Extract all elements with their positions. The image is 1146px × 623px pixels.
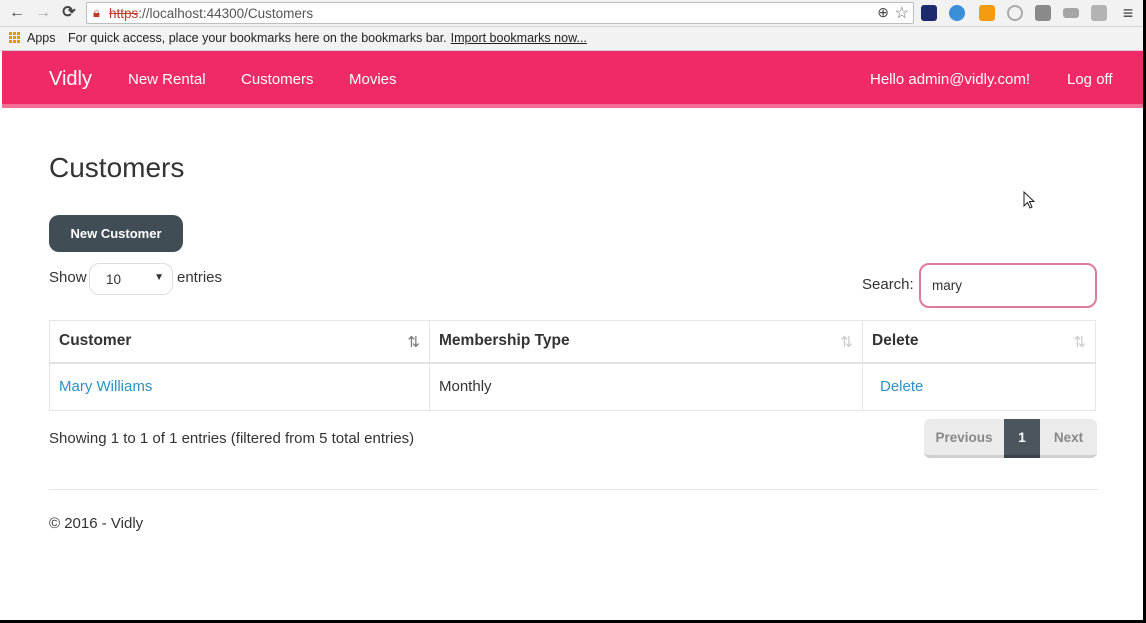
bookmark-star-icon[interactable]: ☆	[895, 3, 909, 23]
current-page-button[interactable]: 1	[1004, 419, 1040, 458]
search-label: Search:	[862, 276, 914, 293]
next-page-button[interactable]: Next	[1040, 419, 1097, 458]
delete-cell: Delete	[862, 362, 1096, 411]
search-input[interactable]	[919, 263, 1097, 308]
log-off-link[interactable]: Log off	[1067, 71, 1113, 88]
footer-divider	[49, 489, 1098, 490]
zoom-icon[interactable]: ⊕	[877, 4, 889, 21]
sort-ascending-icon: ⇅	[407, 334, 420, 351]
bookmarks-hint-text: For quick access, place your bookmarks h…	[68, 31, 447, 45]
page-length-value: 10	[106, 272, 122, 287]
nav-customers[interactable]: Customers	[241, 71, 314, 88]
back-icon[interactable]: ←	[8, 3, 26, 23]
bookmarks-bar: Apps For quick access, place your bookma…	[0, 27, 1143, 51]
pagination: Previous 1 Next	[924, 419, 1097, 458]
brand-link[interactable]: Vidly	[49, 68, 92, 91]
previous-page-button[interactable]: Previous	[924, 419, 1004, 458]
save-extension-icon[interactable]	[1035, 5, 1051, 21]
table-header-row: Customer ⇅ Membership Type ⇅ Delete ⇅	[49, 320, 1096, 364]
table-row: Mary Williams Monthly Delete	[49, 362, 1096, 411]
table-info: Showing 1 to 1 of 1 entries (filtered fr…	[49, 430, 415, 447]
app-navbar: Vidly New Rental Customers Movies Hello …	[2, 51, 1143, 108]
page-length-select[interactable]: 10 ▼	[89, 263, 173, 295]
extension-icon[interactable]	[1063, 8, 1079, 18]
circle-extension-icon[interactable]	[1007, 5, 1023, 21]
sort-icon: ⇅	[840, 334, 853, 351]
customer-name-link[interactable]: Mary Williams	[59, 378, 152, 395]
browser-toolbar: ← → ⟳ 🔒︎ https://localhost:44300/Custome…	[0, 0, 1143, 27]
show-label: Show	[49, 269, 87, 286]
nav-movies[interactable]: Movies	[349, 71, 397, 88]
reload-icon[interactable]: ⟳	[60, 3, 78, 23]
bookmarks-hint: For quick access, place your bookmarks h…	[68, 31, 587, 45]
column-header-label: Membership Type	[439, 332, 570, 350]
import-bookmarks-link[interactable]: Import bookmarks now...	[451, 31, 587, 45]
column-header-delete[interactable]: Delete ⇅	[862, 320, 1096, 364]
footer-text: © 2016 - Vidly	[49, 515, 144, 532]
forward-icon[interactable]: →	[34, 3, 52, 23]
globe-extension-icon[interactable]	[949, 5, 965, 21]
page-title: Customers	[49, 152, 185, 183]
browser-window: ← → ⟳ 🔒︎ https://localhost:44300/Custome…	[0, 0, 1143, 620]
column-header-customer[interactable]: Customer ⇅	[49, 320, 430, 364]
membership-cell: Monthly	[429, 362, 863, 411]
feed-extension-icon[interactable]	[1091, 5, 1107, 21]
nav-new-rental[interactable]: New Rental	[128, 71, 206, 88]
mouse-cursor-icon	[1023, 191, 1035, 209]
address-url: https://localhost:44300/Customers	[109, 6, 313, 21]
address-bar[interactable]: 🔒︎ https://localhost:44300/Customers ⊕ ☆	[86, 2, 914, 24]
url-path: ://localhost:44300/Customers	[138, 6, 314, 21]
apps-link[interactable]: Apps	[27, 31, 56, 45]
url-scheme: https	[109, 6, 139, 21]
rss-icon[interactable]	[979, 5, 995, 21]
column-header-membership[interactable]: Membership Type ⇅	[429, 320, 863, 364]
column-header-label: Customer	[59, 332, 132, 350]
extension-icon[interactable]	[921, 5, 937, 21]
customers-table: Customer ⇅ Membership Type ⇅ Delete ⇅ Ma…	[49, 320, 1096, 411]
dropdown-caret-icon: ▼	[154, 272, 164, 283]
delete-link[interactable]: Delete	[872, 378, 923, 395]
column-header-label: Delete	[872, 332, 919, 350]
entries-label: entries	[177, 269, 223, 286]
new-customer-button[interactable]: New Customer	[49, 215, 183, 252]
insecure-lock-icon: 🔒︎	[93, 5, 100, 20]
user-greeting-link[interactable]: Hello admin@vidly.com!	[870, 71, 1030, 88]
apps-grid-icon[interactable]	[9, 32, 21, 44]
menu-icon[interactable]: ≡	[1119, 3, 1137, 23]
main-content: Customers New Customer Show 10 ▼ entries…	[0, 112, 1143, 620]
sort-icon: ⇅	[1073, 334, 1086, 351]
customer-cell: Mary Williams	[49, 362, 430, 411]
